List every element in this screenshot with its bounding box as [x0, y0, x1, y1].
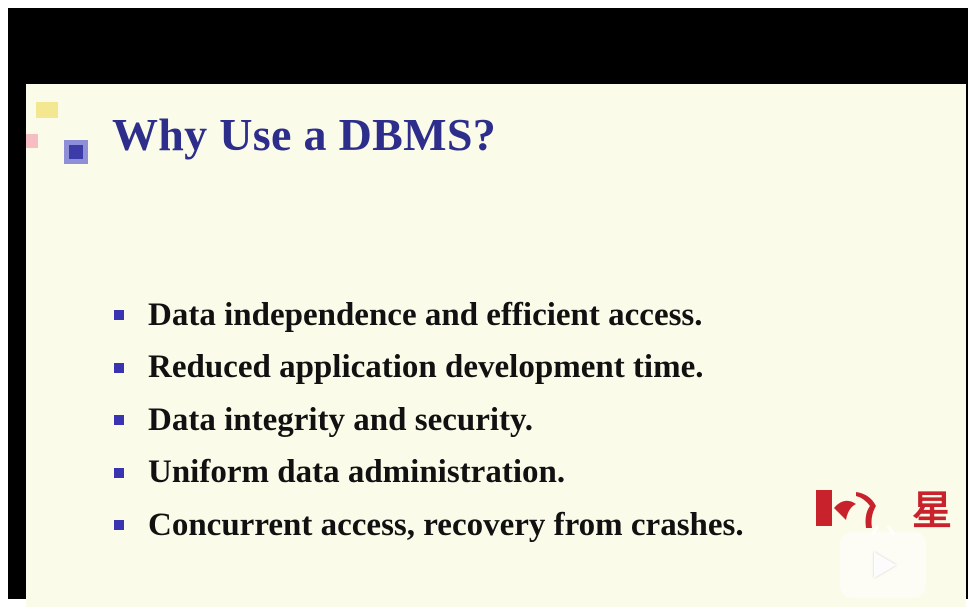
bullet-text: Concurrent access, recovery from crashes… — [148, 506, 744, 543]
red-brand-logo-icon: 星 — [816, 487, 952, 530]
bullet-item: Uniform data administration. — [114, 447, 744, 500]
bullet-square-icon — [114, 415, 124, 426]
slide-title: Why Use a DBMS? — [112, 109, 497, 160]
play-button-ears-icon — [870, 525, 896, 536]
decorative-square-purple — [64, 140, 88, 164]
bullet-text: Data integrity and security. — [148, 401, 533, 438]
video-player[interactable]: Why Use a DBMS? Data independence and ef… — [8, 8, 968, 607]
bullet-text: Reduced application development time. — [148, 349, 704, 386]
bullet-square-icon — [114, 362, 124, 373]
bullet-item: Reduced application development time. — [114, 342, 744, 395]
bullet-text: Uniform data administration. — [148, 454, 566, 491]
bullet-text: Data independence and efficient access. — [148, 296, 703, 333]
bullet-square-icon — [114, 467, 124, 478]
bullet-square-icon — [114, 520, 124, 531]
decorative-square-pink — [26, 134, 38, 148]
decorative-square-yellow — [36, 102, 58, 118]
svg-text:星: 星 — [912, 487, 952, 530]
decorative-square-purple-inner — [69, 145, 83, 159]
bullet-item: Data integrity and security. — [114, 394, 744, 447]
video-frame: Why Use a DBMS? Data independence and ef… — [0, 0, 968, 607]
bullet-list: Data independence and efficient access. … — [114, 289, 744, 552]
play-icon — [874, 552, 896, 578]
bullet-item: Data independence and efficient access. — [114, 289, 744, 342]
bullet-item: Concurrent access, recovery from crashes… — [114, 499, 744, 552]
bullet-square-icon — [114, 310, 124, 321]
play-button[interactable] — [840, 525, 926, 598]
